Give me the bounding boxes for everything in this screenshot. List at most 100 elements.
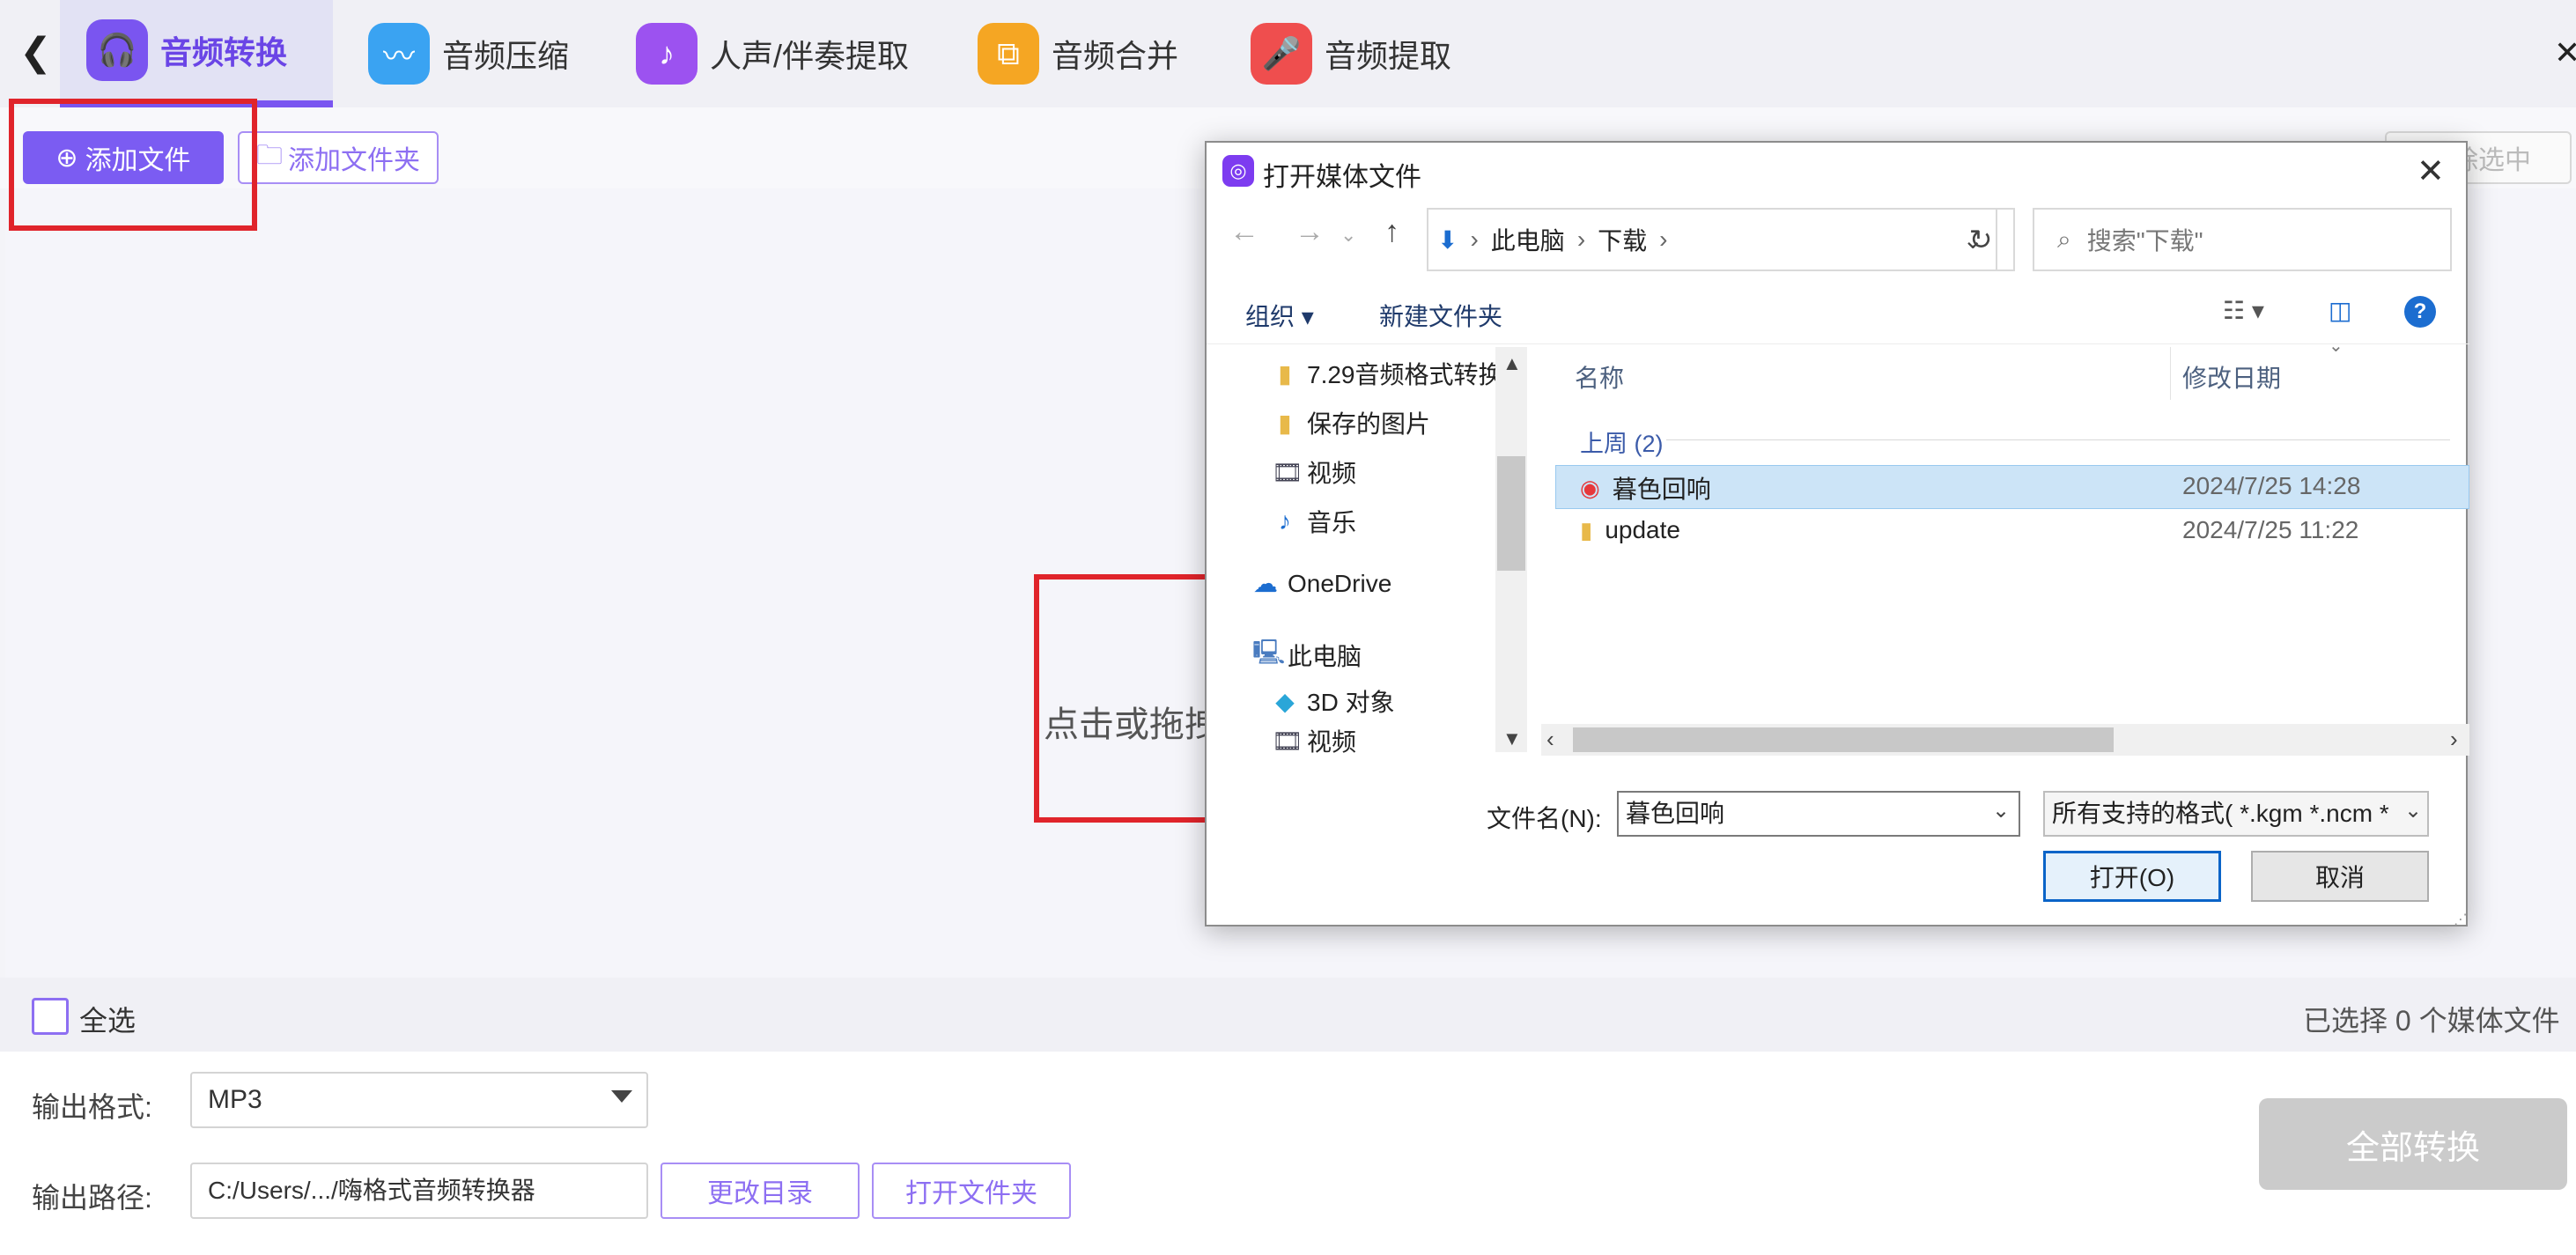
search-input[interactable]: ⌕ 搜索"下载" xyxy=(2033,208,2452,271)
view-options-icon[interactable]: ☷ ▾ xyxy=(2223,296,2264,325)
tree-item-label: 7.29音频格式转换 xyxy=(1307,361,1503,388)
tab-bar: ❮ 🎧 音频转换 〰 音频压缩 ♪ 人声/伴奏提取 ⧉ 音频合并 🎤 音频提取 … xyxy=(0,0,2576,107)
output-format-select[interactable]: MP3 xyxy=(190,1072,648,1128)
open-media-dialog: ◎ 打开媒体文件 ✕ ← → ⌄ ↑ ⬇ › 此电脑 › 下载 › ⌄ ↻ ⌕ … xyxy=(1205,141,2469,928)
scroll-left-icon[interactable]: ‹ xyxy=(1546,726,1554,753)
video-icon: 🎞 xyxy=(1272,727,1303,754)
breadcrumb-item[interactable]: 此电脑 xyxy=(1491,222,1565,257)
tab-vocal-extract[interactable]: ♪ 人声/伴奏提取 xyxy=(609,0,926,107)
convert-all-button[interactable]: 全部转换 xyxy=(2259,1098,2567,1190)
help-icon[interactable]: ? xyxy=(2404,296,2436,328)
tab-label: 音频提取 xyxy=(1325,38,1452,74)
download-icon: ⬇ xyxy=(1437,225,1458,254)
search-icon: ⌕ xyxy=(2057,225,2071,253)
music-icon: ♪ xyxy=(1279,507,1291,535)
tree-item[interactable]: 🖳 此电脑 xyxy=(1252,634,1362,676)
back-arrow-icon[interactable]: ❮ xyxy=(19,26,52,79)
dialog-title: 打开媒体文件 xyxy=(1263,163,1421,192)
back-arrow-icon[interactable]: ← xyxy=(1229,215,1259,249)
highlight-box xyxy=(9,99,257,231)
refresh-icon[interactable]: ↻ xyxy=(1948,208,2015,271)
group-divider xyxy=(1666,439,2450,440)
tree-item[interactable]: ☁ OneDrive xyxy=(1252,569,1391,598)
add-folder-button[interactable]: 🗀 添加文件夹 xyxy=(238,131,439,184)
open-button[interactable]: 打开(O) xyxy=(2043,851,2221,902)
chevron-down-icon[interactable]: ⌄ xyxy=(2404,798,2422,823)
output-format-label: 输出格式: xyxy=(32,1091,152,1123)
breadcrumb-separator-icon: › xyxy=(1576,225,1586,253)
file-date: 2024/7/25 11:22 xyxy=(2182,516,2359,543)
file-name: 暮色回响 xyxy=(1612,476,1711,503)
tab-label: 人声/伴奏提取 xyxy=(710,38,910,74)
scroll-up-icon[interactable]: ▲ xyxy=(1502,352,1522,375)
vocal-icon: ♪ xyxy=(636,23,698,85)
tree-item[interactable]: ♪ 音乐 xyxy=(1272,504,1356,539)
open-folder-button[interactable]: 打开文件夹 xyxy=(872,1163,1071,1219)
change-directory-button[interactable]: 更改目录 xyxy=(661,1163,860,1219)
output-path-field[interactable]: C:/Users/.../嗨格式音频转换器 xyxy=(190,1163,648,1219)
column-divider[interactable] xyxy=(2170,347,2171,400)
chevron-down-icon[interactable] xyxy=(611,1090,632,1103)
search-placeholder: 搜索"下载" xyxy=(2086,227,2203,255)
tab-audio-compress[interactable]: 〰 音频压缩 xyxy=(342,0,606,107)
file-type-filter[interactable]: 所有支持的格式( *.kgm *.ncm * xyxy=(2043,791,2429,837)
add-folder-label: 添加文件夹 xyxy=(288,146,420,175)
forward-arrow-icon[interactable]: → xyxy=(1295,215,1325,249)
computer-icon: 🖳 xyxy=(1252,639,1286,666)
tab-audio-extract[interactable]: 🎤 音频提取 xyxy=(1224,0,1506,107)
tab-label: 音频合并 xyxy=(1052,38,1179,74)
chevron-down-icon[interactable]: ⌄ xyxy=(1992,798,2010,823)
tree-item[interactable]: 🎞 视频 xyxy=(1272,727,1356,754)
close-icon[interactable]: ✕ xyxy=(2554,26,2576,79)
folder-icon: ▮ xyxy=(1278,409,1292,437)
tree-scrollbar-thumb[interactable] xyxy=(1497,456,1525,571)
selection-bar xyxy=(0,978,2576,1052)
file-row[interactable]: ▮ update xyxy=(1580,516,1680,544)
video-icon: 🎞 xyxy=(1272,458,1303,486)
tab-audio-merge[interactable]: ⧉ 音频合并 xyxy=(951,0,1215,107)
new-folder-button[interactable]: 新建文件夹 xyxy=(1379,298,1502,333)
breadcrumb-separator-icon: › xyxy=(1470,225,1479,253)
sort-chevron-icon: ⌄ xyxy=(2329,336,2343,356)
resize-grip-icon[interactable]: ⋰ xyxy=(2454,911,2468,928)
select-all-label[interactable]: 全选 xyxy=(79,999,136,1039)
file-name: update xyxy=(1605,516,1680,543)
tree-item-label: 音乐 xyxy=(1307,509,1357,536)
chevron-down-icon[interactable]: ⌄ xyxy=(1340,224,1356,247)
file-row[interactable]: ◉ 暮色回响 xyxy=(1580,470,1711,506)
tab-audio-convert[interactable]: 🎧 音频转换 xyxy=(60,0,333,107)
select-all-checkbox[interactable] xyxy=(32,998,69,1035)
waveform-icon: 〰 xyxy=(368,23,430,85)
close-icon[interactable]: ✕ xyxy=(2417,151,2445,191)
netease-music-icon: ◉ xyxy=(1580,474,1600,501)
cancel-button[interactable]: 取消 xyxy=(2251,851,2429,902)
tree-item[interactable]: 🎞 视频 xyxy=(1272,454,1356,490)
cloud-icon: ☁ xyxy=(1253,570,1278,597)
folder-icon: ▮ xyxy=(1278,359,1292,388)
output-path-label: 输出路径: xyxy=(32,1182,152,1214)
scroll-right-icon[interactable]: › xyxy=(2450,726,2458,753)
tree-item-label: 3D 对象 xyxy=(1307,689,1395,716)
column-header-name[interactable]: 名称 xyxy=(1575,359,1624,395)
merge-icon: ⧉ xyxy=(978,23,1039,85)
headphones-icon: 🎧 xyxy=(86,19,148,81)
group-header[interactable]: 上周 (2) xyxy=(1580,424,1664,459)
tab-label: 音频转换 xyxy=(160,34,288,70)
filename-label: 文件名(N): xyxy=(1487,805,1602,832)
preview-pane-icon[interactable]: ◫ xyxy=(2329,296,2351,325)
folder-icon: 🗀 xyxy=(256,140,283,170)
organize-menu[interactable]: 组织 ▾ xyxy=(1245,298,1314,333)
filename-input[interactable]: 暮色回响 xyxy=(1617,791,2020,837)
tree-item[interactable]: ◆ 3D 对象 xyxy=(1272,683,1395,719)
address-bar[interactable]: ⬇ › 此电脑 › 下载 › ⌄ xyxy=(1427,208,1997,271)
cube-icon: ◆ xyxy=(1275,687,1295,715)
tree-item-label: OneDrive xyxy=(1288,569,1392,597)
column-header-modified[interactable]: 修改日期 xyxy=(2182,359,2281,395)
breadcrumb-item[interactable]: 下载 xyxy=(1598,222,1647,257)
tree-item-label: 视频 xyxy=(1307,460,1357,487)
tree-item[interactable]: ▮ 保存的图片 xyxy=(1272,405,1430,440)
up-arrow-icon[interactable]: ↑ xyxy=(1384,215,1399,249)
scroll-down-icon[interactable]: ▼ xyxy=(1502,727,1522,750)
tree-item[interactable]: ▮ 7.29音频格式转换 xyxy=(1272,356,1503,391)
list-scrollbar-thumb[interactable] xyxy=(1573,727,2114,752)
